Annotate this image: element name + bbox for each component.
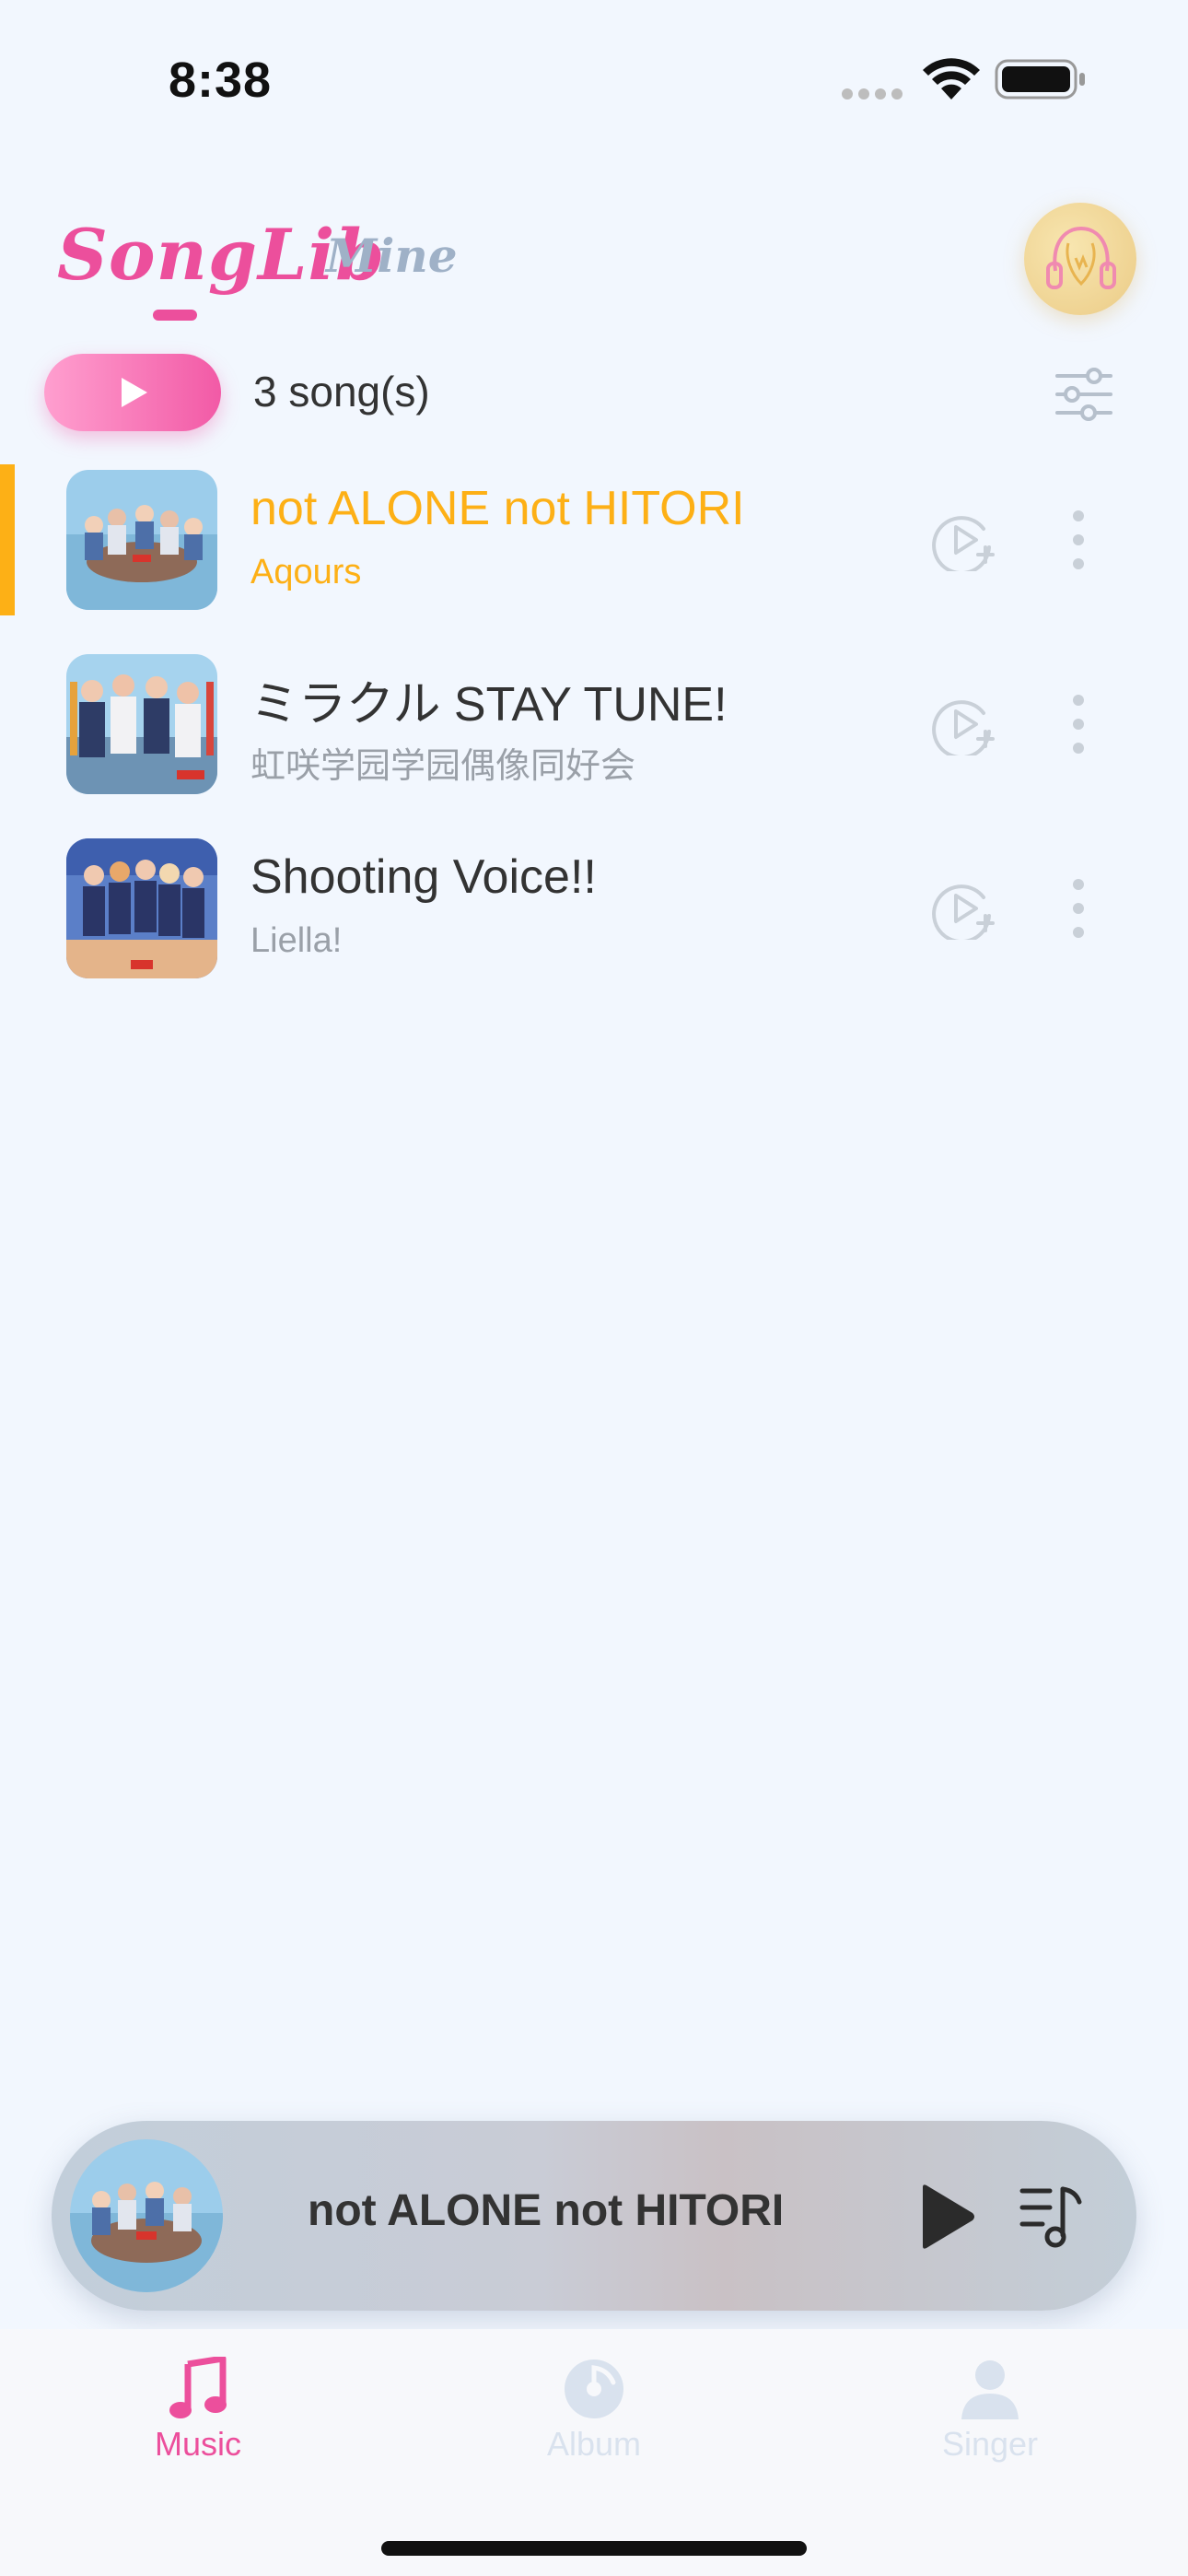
battery-icon bbox=[995, 59, 1085, 100]
playlist-icon[interactable] bbox=[1019, 2182, 1083, 2250]
more-options-icon[interactable] bbox=[1059, 875, 1098, 942]
status-time: 8:38 bbox=[169, 53, 273, 108]
song-title: Shooting Voice!! bbox=[250, 850, 597, 904]
music-note-icon bbox=[169, 2357, 227, 2418]
song-row[interactable]: not ALONE not HITORI Aqours bbox=[0, 461, 1188, 619]
song-row[interactable]: Shooting Voice!! Liella! bbox=[0, 829, 1188, 988]
song-count: 3 song(s) bbox=[253, 368, 430, 416]
nav-tab-singer[interactable]: Singer bbox=[898, 2357, 1082, 2476]
wifi-icon bbox=[923, 58, 980, 100]
nav-label: Album bbox=[546, 2425, 642, 2463]
add-to-queue-icon[interactable] bbox=[932, 693, 995, 755]
status-bar: 8:38 bbox=[0, 0, 1188, 157]
tab-mine[interactable]: Mine bbox=[326, 228, 458, 283]
active-tab-indicator bbox=[153, 310, 197, 321]
album-disc-icon bbox=[565, 2359, 623, 2418]
mini-player[interactable]: not ALONE not HITORI bbox=[52, 2121, 1136, 2311]
now-playing-indicator bbox=[0, 464, 15, 615]
nav-label: Singer bbox=[941, 2425, 1039, 2463]
song-title: ミラクル STAY TUNE! bbox=[250, 678, 728, 732]
more-options-icon[interactable] bbox=[1059, 507, 1098, 573]
song-artist: 虹咲学园学园偶像同好会 bbox=[250, 747, 636, 786]
song-artist: Liella! bbox=[250, 921, 343, 960]
filter-settings-icon[interactable] bbox=[1054, 365, 1114, 424]
nav-tab-album[interactable]: Album bbox=[502, 2357, 686, 2476]
home-indicator[interactable] bbox=[381, 2541, 807, 2556]
add-to-queue-icon[interactable] bbox=[932, 877, 995, 940]
song-title: not ALONE not HITORI bbox=[250, 482, 745, 535]
now-playing-title: not ALONE not HITORI bbox=[308, 2186, 785, 2235]
play-all-button[interactable] bbox=[44, 354, 221, 431]
album-cover bbox=[66, 654, 217, 794]
play-icon bbox=[122, 378, 147, 407]
more-options-icon[interactable] bbox=[1059, 691, 1098, 757]
song-artist: Aqours bbox=[250, 553, 362, 591]
headphones-avatar-icon bbox=[1046, 226, 1116, 289]
user-avatar[interactable] bbox=[1024, 203, 1136, 315]
mini-player-cover[interactable] bbox=[70, 2139, 223, 2292]
play-icon[interactable] bbox=[917, 2184, 976, 2250]
add-to-queue-icon[interactable] bbox=[932, 509, 995, 571]
singer-person-icon bbox=[961, 2360, 1019, 2419]
album-cover bbox=[66, 470, 217, 610]
nav-label: Music bbox=[154, 2425, 241, 2463]
bottom-navigation: Music Album Singer bbox=[0, 2329, 1188, 2576]
cellular-signal-icon bbox=[842, 88, 906, 100]
nav-tab-music[interactable]: Music bbox=[106, 2357, 290, 2476]
song-row[interactable]: ミラクル STAY TUNE! 虹咲学园学园偶像同好会 bbox=[0, 645, 1188, 803]
album-cover bbox=[66, 838, 217, 978]
